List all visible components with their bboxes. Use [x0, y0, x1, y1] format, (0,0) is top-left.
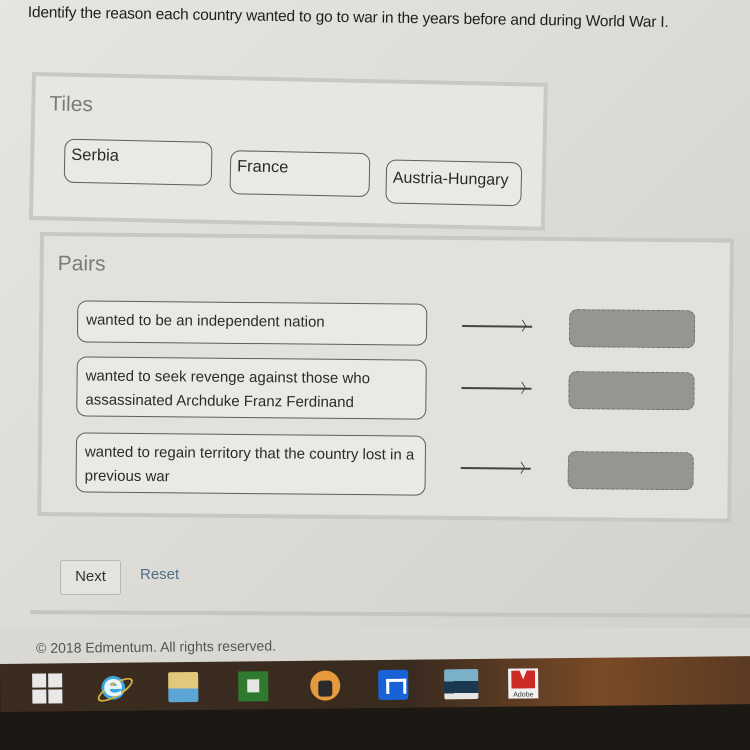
- windows-taskbar: e Adobe: [0, 656, 750, 712]
- content-divider: [29, 610, 750, 618]
- pair-description: wanted to seek revenge against those who…: [76, 356, 427, 420]
- adobe-label: Adobe: [513, 691, 534, 699]
- question-instruction: Identify the reason each country wanted …: [27, 4, 669, 32]
- store-icon[interactable]: [238, 671, 269, 702]
- remote-desktop-icon[interactable]: [444, 668, 479, 700]
- music-icon[interactable]: [310, 670, 341, 701]
- arrow-right-icon: 〉: [460, 461, 533, 476]
- tile-serbia[interactable]: Serbia: [63, 138, 213, 186]
- reset-link[interactable]: Reset: [140, 566, 179, 583]
- drop-target[interactable]: [567, 451, 694, 491]
- tile-france[interactable]: France: [229, 150, 371, 198]
- drop-target[interactable]: [568, 309, 696, 349]
- maxthon-icon[interactable]: [378, 669, 409, 701]
- pair-description: wanted to be an independent nation: [76, 300, 428, 346]
- tiles-title: Tiles: [49, 92, 94, 117]
- drop-target[interactable]: [568, 371, 695, 411]
- arrow-right-icon: 〉: [461, 381, 534, 396]
- arrow-right-icon: 〉: [462, 319, 534, 334]
- file-explorer-icon[interactable]: [168, 671, 199, 703]
- copyright-text: © 2018 Edmentum. All rights reserved.: [36, 637, 277, 656]
- pair-row: wanted to regain territory that the coun…: [75, 432, 707, 498]
- browser-screen: Identify the reason each country wanted …: [0, 0, 750, 668]
- tiles-panel: Tiles Serbia France Austria-Hungary: [28, 72, 548, 231]
- internet-explorer-icon[interactable]: e: [98, 669, 129, 704]
- pair-row: wanted to seek revenge against those who…: [76, 356, 707, 422]
- tile-austria-hungary[interactable]: Austria-Hungary: [385, 159, 523, 207]
- adobe-icon[interactable]: Adobe: [508, 668, 539, 699]
- pair-description: wanted to regain territory that the coun…: [75, 432, 427, 496]
- pairs-panel: Pairs wanted to be an independent nation…: [37, 232, 734, 523]
- pairs-title: Pairs: [57, 252, 106, 276]
- next-button[interactable]: Next: [60, 560, 121, 595]
- windows-start-icon[interactable]: [32, 673, 63, 704]
